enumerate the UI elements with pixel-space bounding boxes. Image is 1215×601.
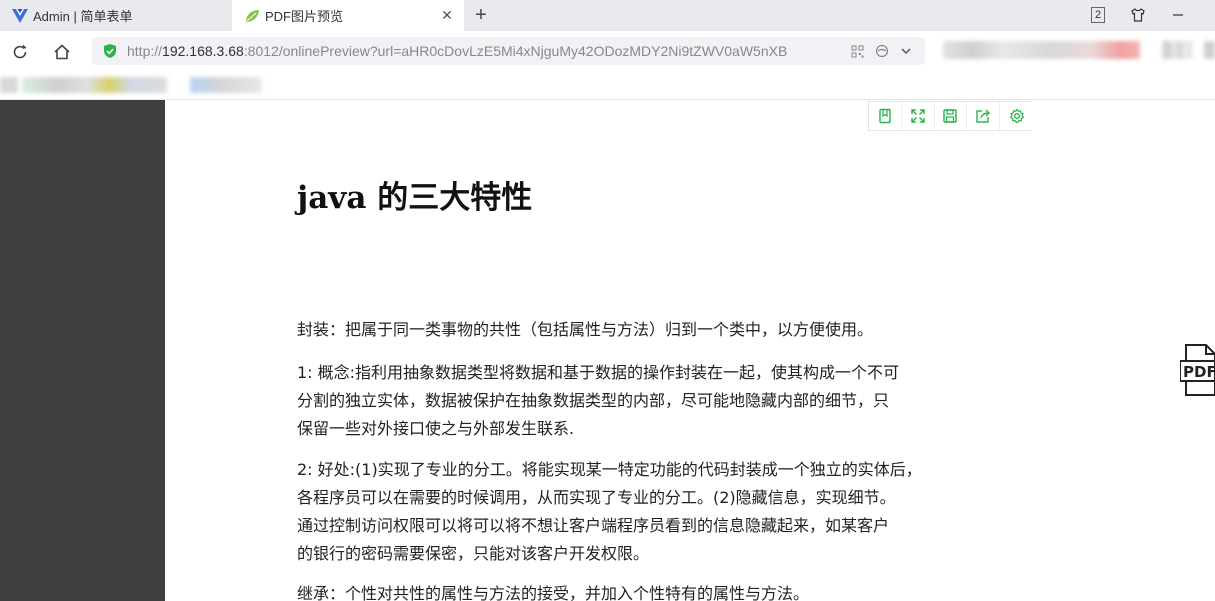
home-button[interactable]: [51, 41, 73, 63]
vue-logo-icon: [12, 8, 28, 24]
shield-icon: [102, 43, 118, 59]
tab-label: PDF图片预览: [265, 9, 344, 24]
url-host: 192.168.3.68: [162, 43, 244, 59]
blurred-bookmark-folder[interactable]: [0, 77, 18, 93]
text-line: 通过控制访问权限可以将可以将不想让客户端程序员看到的信息隐藏起来，如某客户: [297, 516, 890, 535]
text-line: 各程序员可以在需要的时候调用，从而实现了专业的分工。(2)隐藏信息，实现细节。: [297, 488, 896, 507]
url-text: http://192.168.3.68:8012/onlinePreview?u…: [127, 37, 847, 65]
leaf-icon: [244, 8, 260, 24]
tab-pdf-preview[interactable]: PDF图片预览 ✕: [232, 0, 464, 31]
qr-code-icon[interactable]: [849, 43, 865, 59]
pdf-badge-label: PDF: [1183, 363, 1215, 381]
tab-strip: Admin | 简单表单 PDF图片预览 ✕ + 2: [0, 0, 1215, 31]
pdf-toolbar: [868, 101, 1034, 131]
pdf-viewer: java 的三大特性 封装：把属于同一类事物的共性（包括属性与方法）归到一个类中…: [0, 100, 1215, 601]
bookmarks-bar: [0, 71, 1215, 100]
blurred-menu-button[interactable]: [1204, 41, 1215, 59]
close-tab-icon[interactable]: ✕: [440, 8, 454, 22]
text-line: 封装：把属于同一类事物的共性（包括属性与方法）归到一个类中，以方便使用。: [297, 320, 874, 339]
paragraph-inheritance: 继承：个性对共性的属性与方法的接受，并加入个性特有的属性与方法。: [297, 580, 927, 601]
save-icon[interactable]: [935, 102, 968, 130]
fullscreen-icon[interactable]: [902, 102, 935, 130]
blurred-search-box[interactable]: [943, 41, 1140, 59]
pdf-file-icon[interactable]: PDF: [1179, 344, 1215, 396]
browser-toolbar: http://192.168.3.68:8012/onlinePreview?u…: [0, 31, 1215, 71]
text-line: 继承：个性对共性的属性与方法的接受，并加入个性特有的属性与方法。: [297, 584, 810, 601]
tab-counter-button[interactable]: 2: [1088, 5, 1108, 25]
tab-counter: 2: [1091, 7, 1105, 23]
paragraph-concept: 1: 概念:指利用抽象数据类型将数据和基于数据的操作封装在一起，使其构成一个不可…: [297, 359, 927, 443]
blurred-bookmark-item[interactable]: [190, 77, 262, 93]
browser-mode-icon[interactable]: [874, 43, 890, 59]
url-scheme: http://: [127, 43, 163, 59]
paragraph-benefits: 2: 好处:(1)实现了专业的分工。将能实现某一特定功能的代码封装成一个独立的实…: [297, 456, 927, 568]
blurred-bookmark-item[interactable]: [22, 77, 167, 93]
address-bar[interactable]: http://192.168.3.68:8012/onlinePreview?u…: [92, 37, 925, 65]
document-title: java 的三大特性: [297, 180, 533, 216]
reload-button[interactable]: [9, 41, 31, 63]
shirt-icon[interactable]: [1128, 5, 1148, 25]
paragraph-encapsulation: 封装：把属于同一类事物的共性（包括属性与方法）归到一个类中，以方便使用。: [297, 316, 927, 344]
url-path: :8012/onlinePreview?url=aHR0cDovLzE5Mi4x…: [243, 43, 788, 59]
bookmark-icon[interactable]: [869, 102, 902, 130]
text-line: 2: 好处:(1)实现了专业的分工。将能实现某一特定功能的代码封装成一个独立的实…: [297, 460, 922, 479]
blurred-extension[interactable]: [1162, 41, 1192, 59]
minimize-button[interactable]: [1168, 5, 1188, 25]
chevron-down-icon[interactable]: [898, 43, 914, 59]
tab-admin[interactable]: Admin | 简单表单: [0, 0, 232, 31]
settings-icon[interactable]: [1000, 102, 1033, 130]
tab-label: Admin | 简单表单: [33, 9, 133, 24]
text-line: 1: 概念:指利用抽象数据类型将数据和基于数据的操作封装在一起，使其构成一个不可: [297, 363, 900, 382]
share-icon[interactable]: [967, 102, 1001, 130]
text-line: 的银行的密码需要保密，只能对该客户开发权限。: [297, 544, 650, 563]
new-tab-button[interactable]: +: [470, 4, 492, 26]
pdf-page[interactable]: java 的三大特性 封装：把属于同一类事物的共性（包括属性与方法）归到一个类中…: [165, 100, 1032, 601]
text-line: 保留一些对外接口使之与外部发生联系.: [297, 419, 575, 438]
text-line: 分割的独立实体，数据被保护在抽象数据类型的内部，尽可能地隐藏内部的细节，只: [297, 391, 890, 410]
